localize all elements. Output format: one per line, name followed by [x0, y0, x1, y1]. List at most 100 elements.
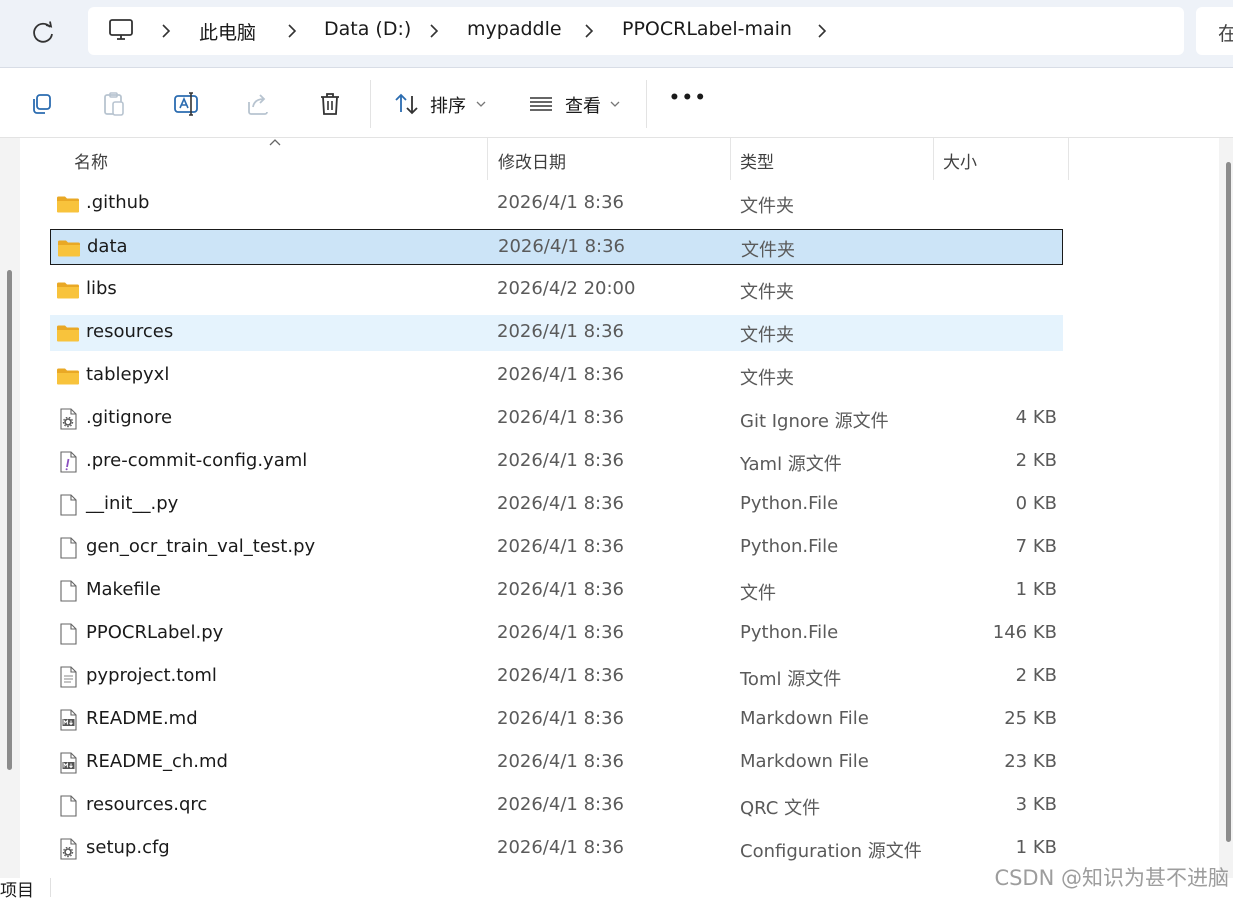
blank-file-icon — [56, 794, 80, 818]
share-icon[interactable] — [244, 90, 272, 118]
file-size: 0 KB — [1015, 493, 1057, 514]
breadcrumb-item-mypaddle[interactable]: mypaddle — [467, 18, 562, 40]
chevron-right-icon[interactable] — [581, 23, 597, 39]
yaml-file-icon — [56, 450, 80, 474]
file-row[interactable]: pyproject.toml 2026/4/1 8:36 Toml 源文件 2 KB — [50, 659, 1063, 695]
file-row[interactable]: README_ch.md 2026/4/1 8:36 Markdown File 23… — [50, 745, 1063, 781]
file-name: tablepyxl — [86, 364, 170, 385]
column-divider[interactable] — [933, 138, 934, 180]
file-name: gen_ocr_train_val_test.py — [86, 536, 316, 557]
file-type: Git Ignore 源文件 — [740, 411, 889, 432]
chevron-right-icon[interactable] — [158, 23, 174, 39]
chevron-right-icon[interactable] — [284, 23, 300, 39]
column-header-date[interactable]: 修改日期 — [498, 148, 566, 173]
file-row[interactable]: data 2026/4/1 8:36 文件夹 — [50, 229, 1063, 265]
copy-icon[interactable] — [28, 90, 56, 118]
file-size: 2 KB — [1015, 665, 1057, 686]
status-divider — [50, 878, 51, 897]
more-options-button[interactable]: ••• — [669, 88, 708, 108]
file-type: 文件夹 — [740, 368, 794, 389]
sort-icon[interactable] — [393, 90, 421, 118]
file-row[interactable]: setup.cfg 2026/4/1 8:36 Configuration 源文件 1… — [50, 831, 1063, 867]
folder-icon — [56, 192, 80, 216]
file-date: 2026/4/1 8:36 — [497, 364, 624, 385]
file-row[interactable]: .github 2026/4/1 8:36 文件夹 — [50, 186, 1063, 222]
file-type: Python.File — [740, 622, 839, 643]
command-bar: 排序 查看 ••• — [0, 68, 1233, 138]
file-name: .github — [86, 192, 150, 213]
chevron-down-icon[interactable] — [476, 100, 486, 108]
scrollbar-thumb[interactable] — [1226, 162, 1231, 842]
chevron-down-icon[interactable] — [610, 100, 620, 108]
column-divider[interactable] — [487, 138, 488, 180]
file-name: pyproject.toml — [86, 665, 217, 686]
search-input[interactable]: 在 — [1196, 7, 1233, 55]
file-type: Markdown File — [740, 708, 869, 729]
file-row[interactable]: Makefile 2026/4/1 8:36 文件 1 KB — [50, 573, 1063, 609]
sort-button[interactable]: 排序 — [430, 92, 466, 118]
file-type: Markdown File — [740, 751, 869, 772]
column-header-size[interactable]: 大小 — [943, 148, 977, 173]
file-date: 2026/4/2 20:00 — [497, 278, 636, 299]
file-size: 7 KB — [1015, 536, 1057, 557]
file-date: 2026/4/1 8:36 — [497, 622, 624, 643]
file-row[interactable]: .gitignore 2026/4/1 8:36 Git Ignore 源文件 4 K… — [50, 401, 1063, 437]
file-type: Python.File — [740, 536, 839, 557]
file-size: 1 KB — [1015, 837, 1057, 858]
computer-icon[interactable] — [108, 18, 134, 42]
file-date: 2026/4/1 8:36 — [497, 192, 624, 213]
file-name: .gitignore — [86, 407, 173, 428]
file-type: QRC 文件 — [740, 798, 821, 819]
breadcrumb-item-drive[interactable]: Data (D:) — [324, 18, 411, 40]
file-date: 2026/4/1 8:36 — [497, 450, 624, 471]
file-row[interactable]: libs 2026/4/2 20:00 文件夹 — [50, 272, 1063, 308]
file-name: .pre-commit-config.yaml — [86, 450, 308, 471]
column-header-type[interactable]: 类型 — [740, 148, 774, 173]
file-row[interactable]: resources.qrc 2026/4/1 8:36 QRC 文件 3 KB — [50, 788, 1063, 824]
blank-file-icon — [56, 536, 80, 560]
chevron-right-icon[interactable] — [814, 23, 830, 39]
file-name: README_ch.md — [86, 751, 228, 772]
file-name: __init__.py — [86, 493, 179, 514]
view-button[interactable]: 查看 — [565, 92, 601, 118]
file-row[interactable]: __init__.py 2026/4/1 8:36 Python.File 0 KB — [50, 487, 1063, 523]
chevron-right-icon[interactable] — [426, 23, 442, 39]
file-date: 2026/4/1 8:36 — [497, 536, 624, 557]
navigation-pane-scrollbar[interactable] — [0, 138, 20, 878]
file-name: setup.cfg — [86, 837, 170, 858]
file-date: 2026/4/1 8:36 — [497, 837, 624, 858]
file-list-scrollbar[interactable] — [1219, 138, 1233, 878]
file-date: 2026/4/1 8:36 — [497, 493, 624, 514]
file-row[interactable]: gen_ocr_train_val_test.py 2026/4/1 8:36 Py… — [50, 530, 1063, 566]
file-row[interactable]: .pre-commit-config.yaml 2026/4/1 8:36 Yaml… — [50, 444, 1063, 480]
refresh-icon[interactable] — [28, 18, 58, 48]
scrollbar-thumb[interactable] — [7, 270, 12, 770]
breadcrumb-item-ppocrlabel[interactable]: PPOCRLabel-main — [622, 18, 792, 40]
file-size: 2 KB — [1015, 450, 1057, 471]
file-row[interactable]: README.md 2026/4/1 8:36 Markdown File 25 KB — [50, 702, 1063, 738]
file-size: 1 KB — [1015, 579, 1057, 600]
column-divider[interactable] — [1068, 138, 1069, 180]
breadcrumb[interactable]: 此电脑 Data (D:) mypaddle PPOCRLabel-main — [88, 7, 1184, 55]
column-header-name[interactable]: 名称 — [74, 148, 108, 173]
file-name: PPOCRLabel.py — [86, 622, 224, 643]
file-name: libs — [86, 278, 117, 299]
paste-icon[interactable] — [100, 90, 128, 118]
markdown-file-icon — [56, 751, 80, 775]
file-type: 文件夹 — [740, 282, 794, 303]
delete-icon[interactable] — [316, 90, 344, 118]
file-date: 2026/4/1 8:36 — [497, 407, 624, 428]
file-size: 25 KB — [1004, 708, 1057, 729]
file-row[interactable]: resources 2026/4/1 8:36 文件夹 — [50, 315, 1063, 351]
breadcrumb-item-this-pc[interactable]: 此电脑 — [199, 18, 256, 45]
file-type: 文件夹 — [741, 240, 795, 261]
file-row[interactable]: tablepyxl 2026/4/1 8:36 文件夹 — [50, 358, 1063, 394]
column-divider[interactable] — [730, 138, 731, 180]
folder-icon — [56, 321, 80, 345]
view-icon[interactable] — [527, 90, 555, 118]
file-row[interactable]: PPOCRLabel.py 2026/4/1 8:36 Python.File 146… — [50, 616, 1063, 652]
file-type: Configuration 源文件 — [740, 841, 922, 862]
file-list: 名称 修改日期 类型 大小 .github 2026/4/1 8:36 文件夹 dat… — [22, 138, 1218, 878]
rename-icon[interactable] — [172, 90, 200, 118]
config-file-icon — [56, 407, 80, 431]
